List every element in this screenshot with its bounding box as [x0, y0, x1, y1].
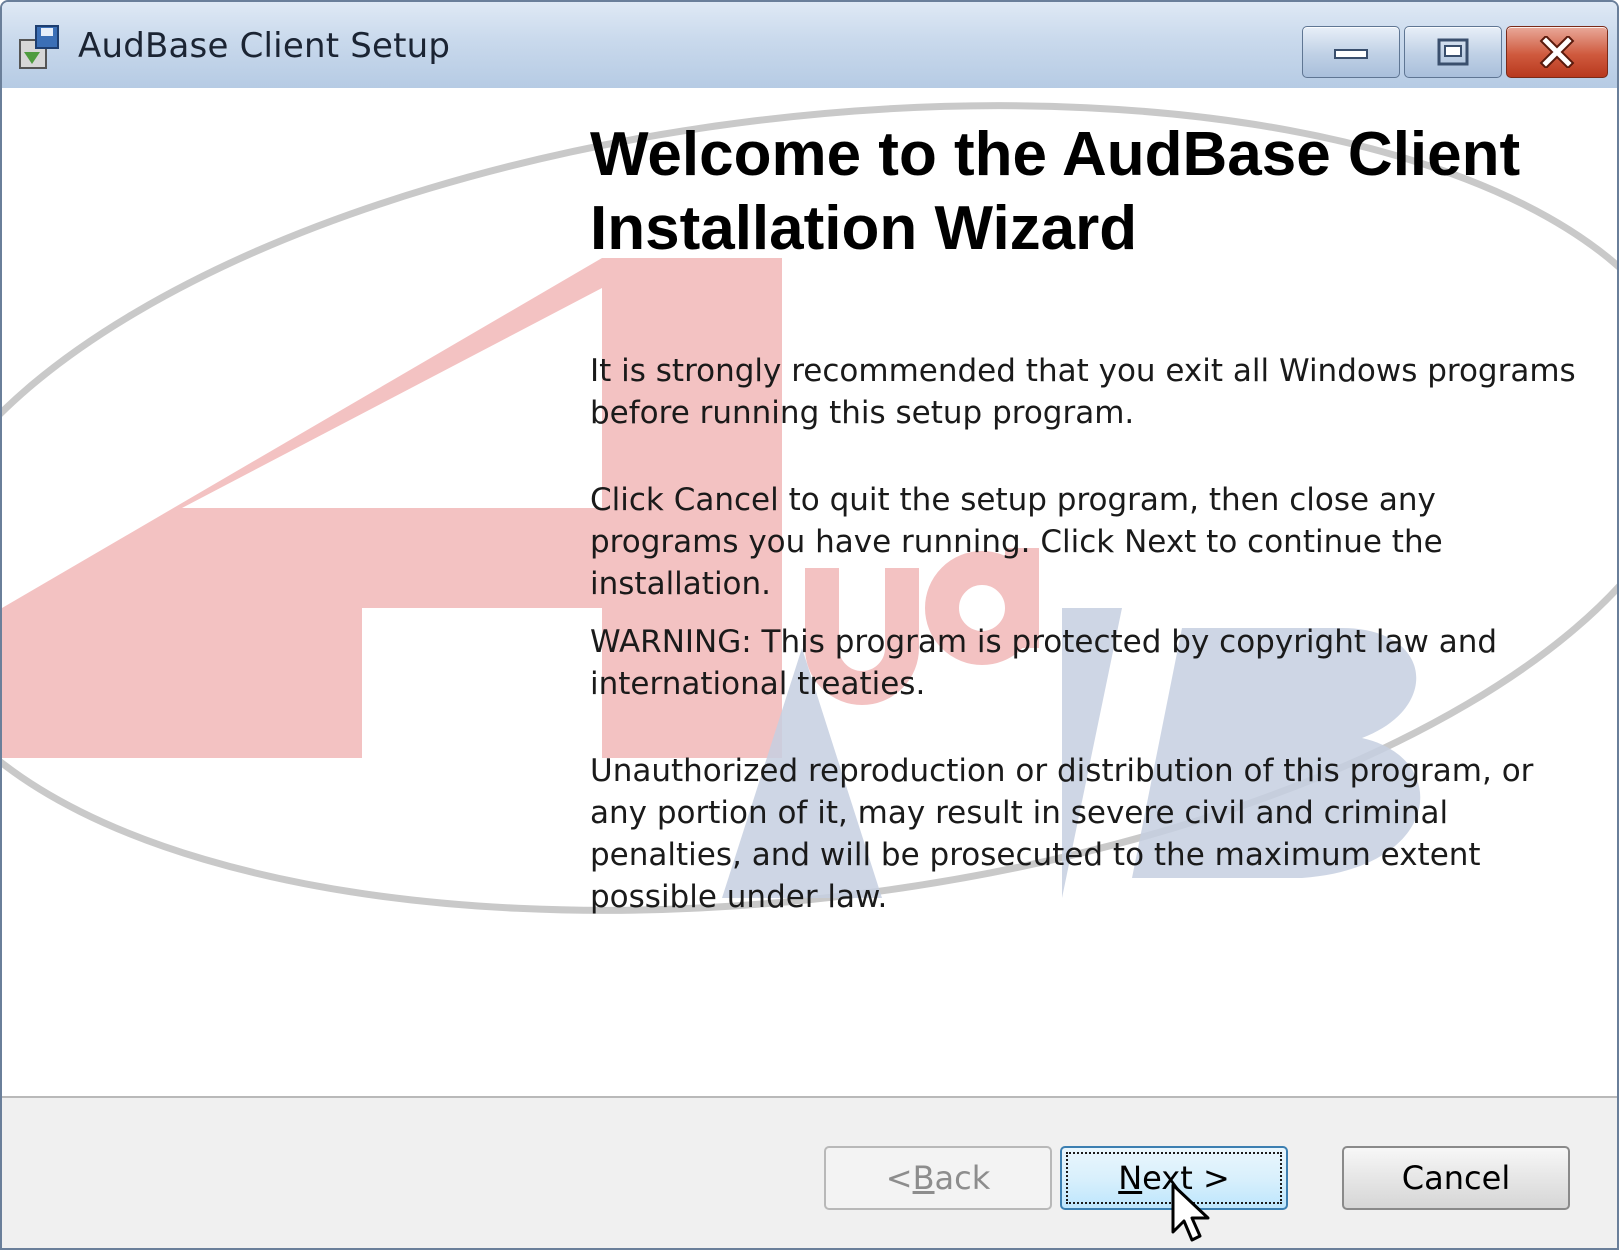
back-button-rest: ack	[934, 1159, 991, 1197]
minimize-icon	[1334, 49, 1368, 59]
back-button[interactable]: < Back	[824, 1146, 1052, 1210]
close-button[interactable]	[1506, 26, 1608, 78]
wizard-heading: Welcome to the AudBase Client Installati…	[590, 120, 1521, 263]
installer-icon	[19, 25, 59, 69]
maximize-button[interactable]	[1404, 26, 1502, 78]
cancel-button-label: Cancel	[1401, 1159, 1511, 1197]
recommendation-text: It is strongly recommended that you exit…	[590, 353, 1576, 431]
next-button-mnemonic: N	[1118, 1159, 1143, 1197]
button-bar: < Back Next > Cancel	[2, 1096, 1617, 1248]
copyright-warning-text: WARNING: This program is protected by co…	[590, 624, 1498, 702]
minimize-button[interactable]	[1302, 26, 1400, 78]
instructions-text: Click Cancel to quit the setup program, …	[590, 482, 1443, 602]
penalties-text: Unauthorized reproduction or distributio…	[590, 753, 1534, 915]
close-icon	[1539, 36, 1575, 68]
cancel-button[interactable]: Cancel	[1342, 1146, 1570, 1210]
maximize-icon	[1437, 38, 1469, 66]
back-button-mnemonic: B	[912, 1159, 935, 1197]
title-bar[interactable]: AudBase Client Setup	[2, 2, 1617, 89]
mouse-pointer-icon	[1171, 1183, 1210, 1242]
window-title: AudBase Client Setup	[78, 26, 451, 66]
back-button-prefix: <	[885, 1159, 913, 1197]
wizard-content: Welcome to the AudBase Client Installati…	[2, 88, 1617, 1096]
setup-window: AudBase Client Setup Welcome to the AudB…	[0, 0, 1619, 1250]
